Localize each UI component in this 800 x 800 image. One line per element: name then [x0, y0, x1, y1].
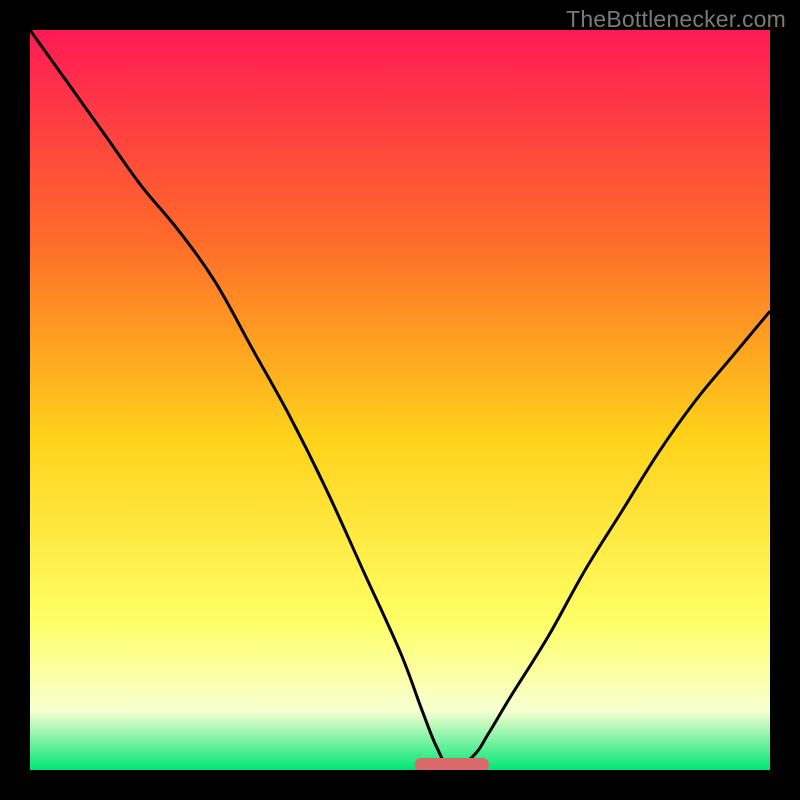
background-gradient: [30, 30, 770, 770]
plot-area: [30, 30, 770, 770]
watermark-text: TheBottlenecker.com: [566, 6, 786, 33]
chart-frame: TheBottlenecker.com: [0, 0, 800, 800]
